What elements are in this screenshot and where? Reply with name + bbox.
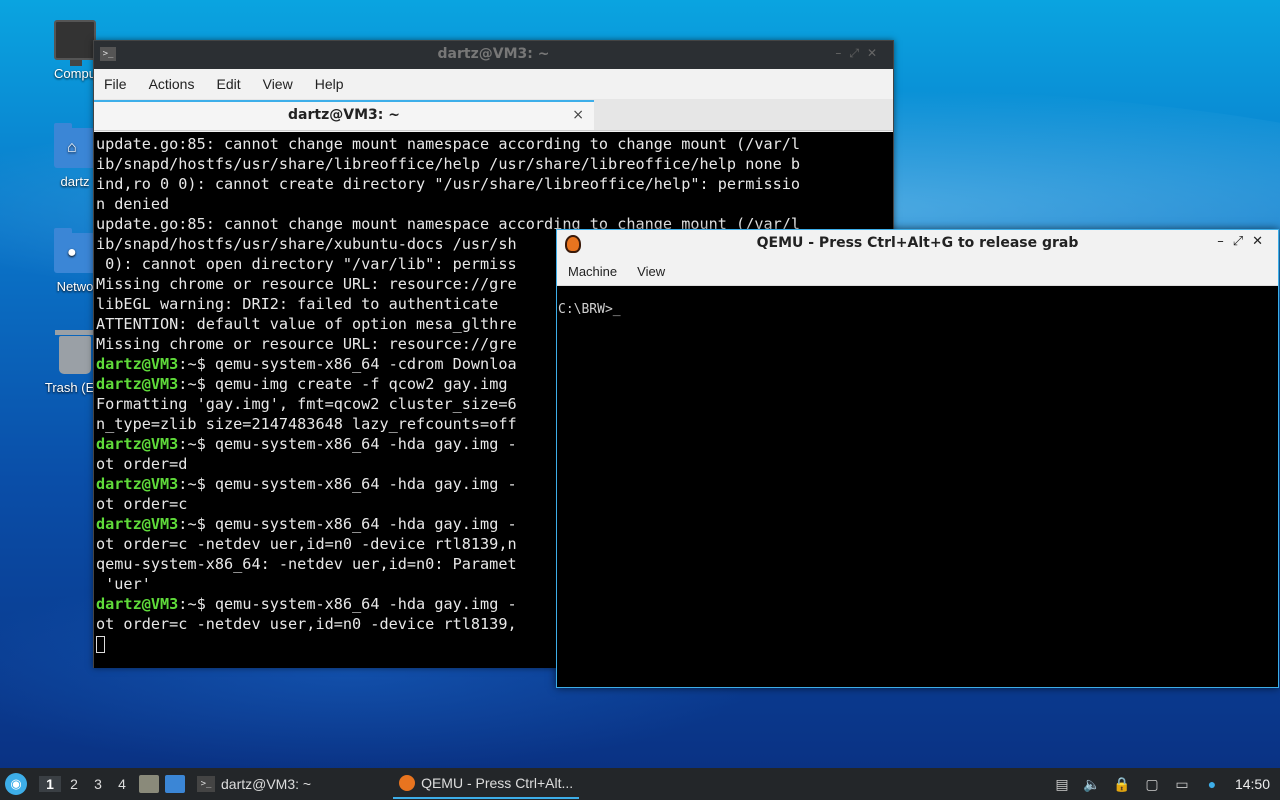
shell-prompt: dartz@VM3: [96, 375, 179, 393]
lock-icon[interactable]: 🔒: [1113, 775, 1131, 793]
minimize-icon[interactable]: –: [1217, 234, 1233, 249]
shell-prompt: dartz@VM3: [96, 595, 179, 613]
tab-label: dartz@VM3: ~: [288, 107, 400, 123]
workspace-2[interactable]: 2: [63, 776, 85, 792]
menu-actions[interactable]: Actions: [149, 76, 195, 92]
desktop-icon-label: Netwo: [56, 279, 94, 294]
shell-prompt: dartz@VM3: [96, 435, 179, 453]
notes-icon[interactable]: ▢: [1143, 775, 1161, 793]
command-text: ~$ qemu-img create -f qcow2 gay.img: [187, 375, 508, 393]
home-folder-icon: ⌂: [54, 123, 96, 168]
qemu-icon: [399, 775, 416, 791]
terminal-titlebar[interactable]: >_ dartz@VM3: ~ –⤢✕: [94, 41, 893, 69]
trash-icon: [55, 330, 95, 374]
workspace-1[interactable]: 1: [39, 776, 61, 792]
menu-help[interactable]: Help: [315, 76, 344, 92]
system-tray: ▤ 🔈 🔒 ▢ ▭ ● 14:50: [1041, 775, 1280, 793]
menu-file[interactable]: File: [104, 76, 127, 92]
maximize-icon[interactable]: ⤢: [1233, 234, 1252, 249]
updates-icon[interactable]: ●: [1203, 775, 1221, 793]
menu-view[interactable]: View: [637, 264, 665, 279]
minimize-icon[interactable]: –: [835, 46, 849, 60]
window-controls[interactable]: –⤢✕: [1217, 234, 1272, 249]
terminal-line: n denied: [96, 195, 170, 213]
terminal-tabbar: dartz@VM3: ~ ×: [94, 99, 893, 131]
desktop-icon-label: Compu: [54, 66, 96, 81]
menu-view[interactable]: View: [263, 76, 293, 92]
shell-prompt: dartz@VM3: [96, 515, 179, 533]
terminal-tab[interactable]: dartz@VM3: ~ ×: [94, 100, 594, 130]
volume-icon[interactable]: 🔈: [1083, 775, 1101, 793]
task-qemu[interactable]: QEMU - Press Ctrl+Alt...: [393, 769, 580, 799]
window-title: dartz@VM3: ~: [437, 46, 550, 62]
menu-edit[interactable]: Edit: [216, 76, 240, 92]
task-terminal[interactable]: >_ dartz@VM3: ~: [191, 769, 317, 799]
command-text: ~$ qemu-system-x86_64 -hda gay.img -: [187, 515, 517, 533]
network-folder-icon: ●: [54, 228, 96, 273]
clock: 14:50: [1234, 776, 1270, 792]
qemu-menubar: Machine View: [557, 258, 1278, 286]
menu-machine[interactable]: Machine: [568, 264, 617, 279]
terminal-line: ind,ro 0 0): cannot create directory "/u…: [96, 175, 801, 193]
network-icon[interactable]: ▭: [1173, 775, 1191, 793]
qemu-guest-screen[interactable]: C:\BRW>_: [557, 287, 1278, 687]
maximize-icon[interactable]: ⤢: [849, 46, 867, 60]
show-desktop-icon[interactable]: [165, 775, 185, 793]
text-cursor: [96, 636, 105, 653]
window-controls[interactable]: –⤢✕: [835, 46, 885, 61]
command-text: ~$ qemu-system-x86_64 -hda gay.img -: [187, 595, 517, 613]
taskbar: ◉ 1 2 3 4 >_ dartz@VM3: ~ QEMU - Press C…: [0, 768, 1280, 800]
command-text: ~$ qemu-system-x86_64 -hda gay.img -: [187, 435, 517, 453]
close-icon[interactable]: ✕: [1252, 234, 1272, 249]
computer-icon: [54, 20, 96, 66]
qemu-window[interactable]: QEMU - Press Ctrl+Alt+G to release grab …: [556, 229, 1279, 688]
terminal-icon: >_: [197, 776, 215, 792]
window-title: QEMU - Press Ctrl+Alt+G to release grab: [756, 235, 1079, 251]
tab-close-icon[interactable]: ×: [572, 102, 584, 128]
file-manager-icon[interactable]: [139, 775, 159, 793]
task-label: dartz@VM3: ~: [221, 776, 312, 792]
qemu-titlebar[interactable]: QEMU - Press Ctrl+Alt+G to release grab …: [557, 230, 1278, 258]
workspace-4[interactable]: 4: [111, 776, 133, 792]
clipboard-icon[interactable]: ▤: [1053, 775, 1071, 793]
command-text: ~$ qemu-system-x86_64 -cdrom Downloa: [187, 355, 517, 373]
terminal-line: ib/snapd/hostfs/usr/share/libreoffice/he…: [96, 155, 801, 173]
workspace-3[interactable]: 3: [87, 776, 109, 792]
close-icon[interactable]: ✕: [867, 46, 885, 60]
terminal-line: update.go:85: cannot change mount namesp…: [96, 135, 801, 153]
task-label: QEMU - Press Ctrl+Alt...: [421, 775, 574, 791]
terminal-menubar: File Actions Edit View Help: [94, 69, 893, 99]
shell-prompt: dartz@VM3: [96, 475, 179, 493]
start-menu-icon[interactable]: ◉: [5, 773, 27, 795]
desktop-icon-label: dartz: [60, 174, 90, 189]
shell-prompt: dartz@VM3: [96, 355, 179, 373]
command-text: ~$ qemu-system-x86_64 -hda gay.img -: [187, 475, 517, 493]
